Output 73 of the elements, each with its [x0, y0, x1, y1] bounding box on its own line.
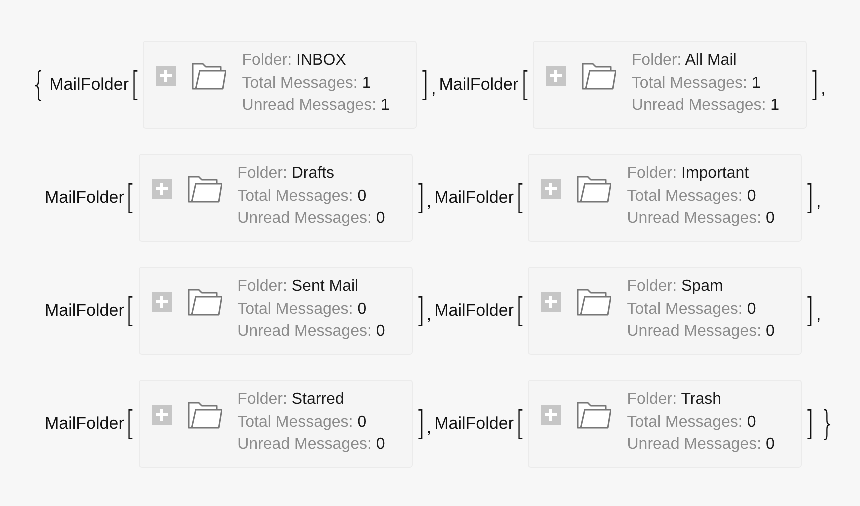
folder-icon	[582, 62, 616, 90]
folder-info: Folder: Starred	[238, 390, 346, 410]
comma: ,	[816, 192, 822, 212]
folder-info: Folder: Important	[627, 164, 750, 184]
folder-info: Total Messages: 1	[632, 74, 762, 94]
open-bracket: [	[126, 293, 136, 329]
open-bracket: [	[516, 293, 526, 329]
open-bracket: [	[516, 180, 526, 216]
folder-info: Unread Messages: 0	[627, 209, 775, 229]
expand-icon[interactable]	[541, 292, 562, 312]
folder-head: MailFolder	[434, 188, 514, 208]
folder-info: Unread Messages: 1	[242, 96, 390, 116]
comma: ,	[816, 305, 822, 325]
comma: ,	[426, 192, 432, 212]
folder-info: Total Messages: 0	[627, 300, 758, 320]
comma: ,	[432, 79, 436, 99]
open-bracket: [	[126, 180, 136, 216]
expand-icon[interactable]	[541, 179, 562, 199]
comma: ,	[426, 418, 432, 438]
close-bracket: ]	[810, 67, 820, 103]
folder-icon	[192, 62, 226, 90]
folder-icon	[188, 175, 222, 203]
folder-info: Folder: Drafts	[238, 164, 336, 184]
open-bracket: [	[126, 406, 136, 442]
folder-info: Total Messages: 0	[238, 300, 368, 320]
folder-info: Folder: Sent Mail	[238, 277, 360, 297]
folder-icon	[188, 401, 222, 429]
folder-info: Total Messages: 0	[238, 186, 368, 206]
expand-icon[interactable]	[152, 405, 172, 425]
open-bracket: [	[516, 406, 526, 442]
folder-info: Folder: INBOX	[242, 51, 348, 71]
expand-icon[interactable]	[152, 179, 172, 199]
close-bracket: ]	[805, 180, 815, 216]
expand-icon[interactable]	[156, 66, 176, 86]
folder-head: MailFolder	[50, 75, 129, 95]
comma: ,	[821, 79, 826, 99]
expand-icon[interactable]	[546, 66, 566, 86]
close-bracket: ]	[416, 180, 425, 216]
folder-info: Folder: Spam	[627, 277, 724, 297]
folder-icon	[188, 288, 222, 316]
folder-head: MailFolder	[45, 301, 124, 321]
close-brace: }	[820, 406, 835, 442]
close-bracket: ]	[416, 293, 425, 329]
folder-info: Unread Messages: 0	[627, 322, 775, 342]
folder-info: Total Messages: 1	[242, 74, 372, 94]
folder-info: Unread Messages: 0	[238, 322, 386, 342]
expand-icon[interactable]	[152, 292, 172, 312]
folder-info: Unread Messages: 1	[632, 96, 780, 116]
folder-head: MailFolder	[434, 301, 514, 321]
close-bracket: ]	[805, 406, 815, 442]
open-bracket: [	[131, 67, 140, 103]
folder-info: Folder: All Mail	[632, 51, 738, 71]
folder-icon	[577, 288, 612, 316]
open-bracket: [	[520, 67, 530, 103]
folder-info: Unread Messages: 0	[238, 435, 386, 455]
close-bracket: ]	[805, 293, 815, 329]
close-bracket: ]	[420, 67, 430, 103]
comma: ,	[426, 305, 432, 325]
folder-info: Unread Messages: 0	[627, 435, 775, 455]
folder-head: MailFolder	[45, 414, 124, 434]
folder-info: Total Messages: 0	[627, 412, 758, 432]
folder-icon	[577, 175, 612, 203]
expand-icon[interactable]	[541, 405, 562, 425]
folder-icon	[577, 401, 612, 429]
folder-info: Unread Messages: 0	[238, 209, 386, 229]
close-bracket: ]	[416, 406, 425, 442]
open-brace: {	[31, 67, 46, 103]
folder-head: MailFolder	[434, 414, 514, 434]
folder-info: Folder: Trash	[627, 390, 723, 410]
folder-head: MailFolder	[45, 188, 124, 208]
folder-head: MailFolder	[439, 75, 519, 95]
folder-info: Total Messages: 0	[627, 186, 758, 206]
folder-info: Total Messages: 0	[238, 412, 368, 432]
